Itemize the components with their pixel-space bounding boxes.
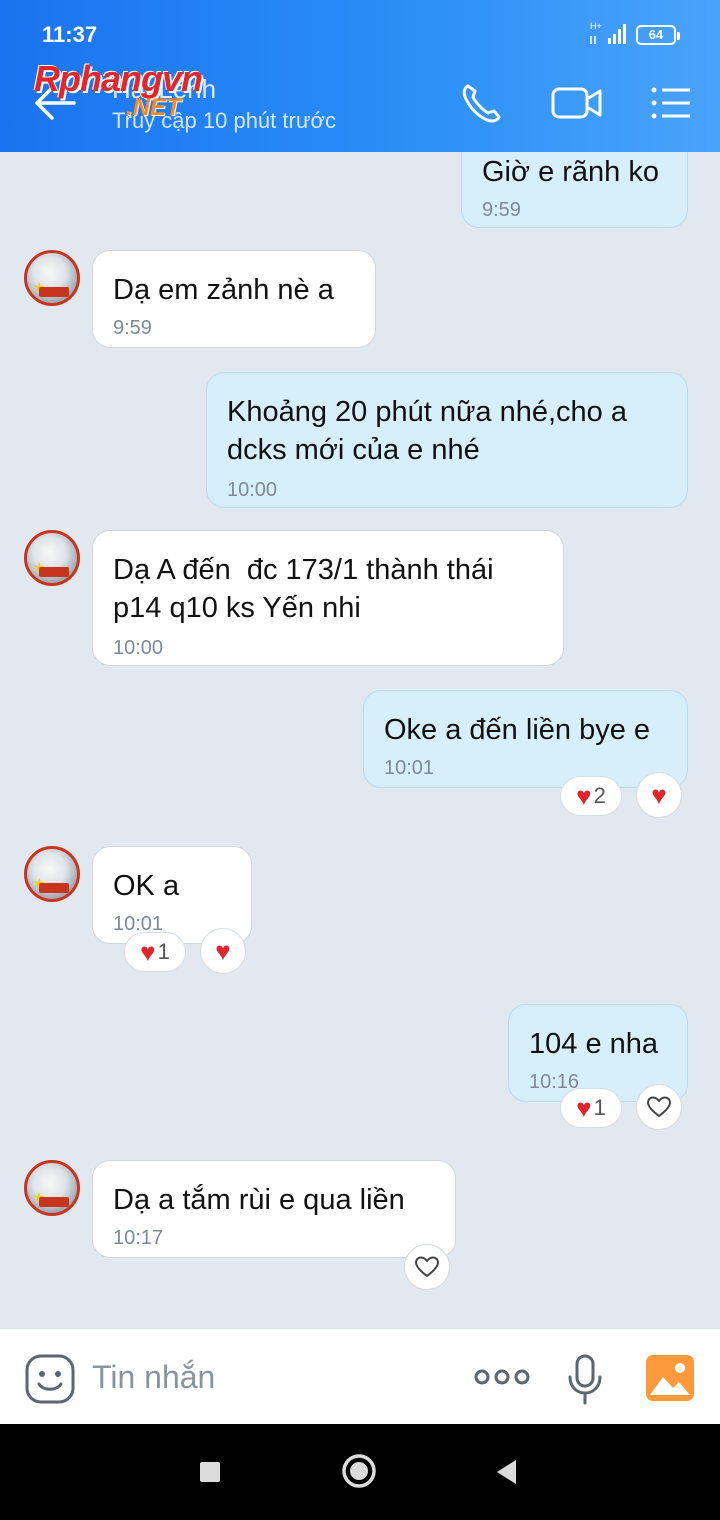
- heart-icon: ♥: [576, 1093, 592, 1123]
- home-button[interactable]: [340, 1452, 378, 1490]
- reaction-count: 1: [157, 939, 170, 964]
- message-text: Oke a đến liền bye e: [384, 714, 651, 746]
- video-call-icon[interactable]: [550, 80, 604, 126]
- message-list[interactable]: Giờ e rãnh ko 9:59 ★ Dạ em zảnh nè a 9:5…: [0, 152, 720, 1328]
- message-bubble-incoming[interactable]: Dạ em zảnh nè a 9:59: [92, 250, 376, 348]
- message-text: p14 q10 ks Yến nhi: [113, 592, 361, 624]
- reaction-count: 2: [593, 783, 606, 808]
- message-bubble-outgoing[interactable]: Oke a đến liền bye e 10:01: [363, 690, 688, 788]
- message-text: Dạ a tắm rùi e qua liền: [113, 1184, 405, 1216]
- message-text: OK a: [113, 870, 180, 902]
- message-time: 10:01: [384, 757, 435, 779]
- menu-list-icon[interactable]: [648, 80, 694, 126]
- heart-outline-icon: [415, 1256, 439, 1277]
- phone-icon[interactable]: [458, 80, 506, 126]
- heart-icon: ♥: [215, 936, 231, 966]
- system-navigation-bar: [0, 1424, 720, 1520]
- message-text: Dạ em zảnh nè a: [113, 274, 334, 306]
- reaction-summary[interactable]: ♥ 1: [124, 932, 186, 972]
- avatar[interactable]: ★: [24, 530, 80, 586]
- network-type: H+: [590, 21, 602, 31]
- message-time: 10:00: [227, 479, 278, 501]
- heart-icon: ♥: [140, 937, 156, 967]
- message-bubble-outgoing[interactable]: Giờ e rãnh ko 9:59: [461, 152, 688, 228]
- status-bar: 11:37 H+ 64: [0, 0, 720, 60]
- message-text: 104 e nha: [529, 1028, 659, 1060]
- react-button[interactable]: [404, 1244, 450, 1290]
- message-time: 9:59: [113, 317, 152, 339]
- chat-header: 11:37 H+ 64 Hải Lệnh Truy cập 10 phút tr…: [0, 0, 720, 152]
- watermark-sub-text: .NET: [126, 94, 181, 121]
- reaction-summary[interactable]: ♥ 2: [560, 776, 622, 816]
- avatar[interactable]: ★: [24, 250, 80, 306]
- react-button[interactable]: ♥: [636, 772, 682, 818]
- message-bubble-outgoing[interactable]: Khoảng 20 phút nữa nhé,cho a dcks mới củ…: [206, 372, 688, 508]
- battery-icon: 64: [636, 25, 680, 45]
- status-time: 11:37: [42, 22, 98, 47]
- avatar[interactable]: ★: [24, 1160, 80, 1216]
- message-input[interactable]: Tin nhắn: [92, 1359, 215, 1396]
- message-text: Giờ e rãnh ko: [482, 156, 659, 188]
- react-button[interactable]: [636, 1084, 682, 1130]
- avatar[interactable]: ★: [24, 846, 80, 902]
- heart-icon: ♥: [651, 780, 667, 810]
- message-text: Khoảng 20 phút nữa nhé,cho a: [227, 396, 627, 428]
- message-time: 10:00: [113, 637, 164, 659]
- more-options-icon[interactable]: [474, 1365, 530, 1389]
- watermark-logo: Rphangvn .NET: [34, 58, 264, 122]
- message-bubble-incoming[interactable]: Dạ a tắm rùi e qua liền 10:17: [92, 1160, 456, 1258]
- heart-outline-icon: [647, 1096, 671, 1117]
- message-time: 10:17: [113, 1227, 164, 1249]
- emoji-icon[interactable]: [24, 1353, 76, 1405]
- message-time: 9:59: [482, 199, 521, 221]
- message-text: Dạ A đến đc 173/1 thành thái: [113, 554, 494, 586]
- signal-icon: H+: [590, 21, 626, 44]
- react-button[interactable]: ♥: [200, 928, 246, 974]
- reaction-count: 1: [593, 1095, 606, 1120]
- message-input-bar: Tin nhắn: [0, 1328, 720, 1424]
- heart-icon: ♥: [576, 781, 592, 811]
- reaction-summary[interactable]: ♥ 1: [560, 1088, 622, 1128]
- microphone-icon[interactable]: [566, 1353, 604, 1407]
- recent-apps-button[interactable]: [198, 1460, 222, 1484]
- message-bubble-incoming[interactable]: Dạ A đến đc 173/1 thành thái p14 q10 ks …: [92, 530, 564, 666]
- image-gallery-icon[interactable]: [644, 1353, 696, 1403]
- back-button[interactable]: [494, 1458, 518, 1486]
- message-text: dcks mới của e nhé: [227, 434, 480, 466]
